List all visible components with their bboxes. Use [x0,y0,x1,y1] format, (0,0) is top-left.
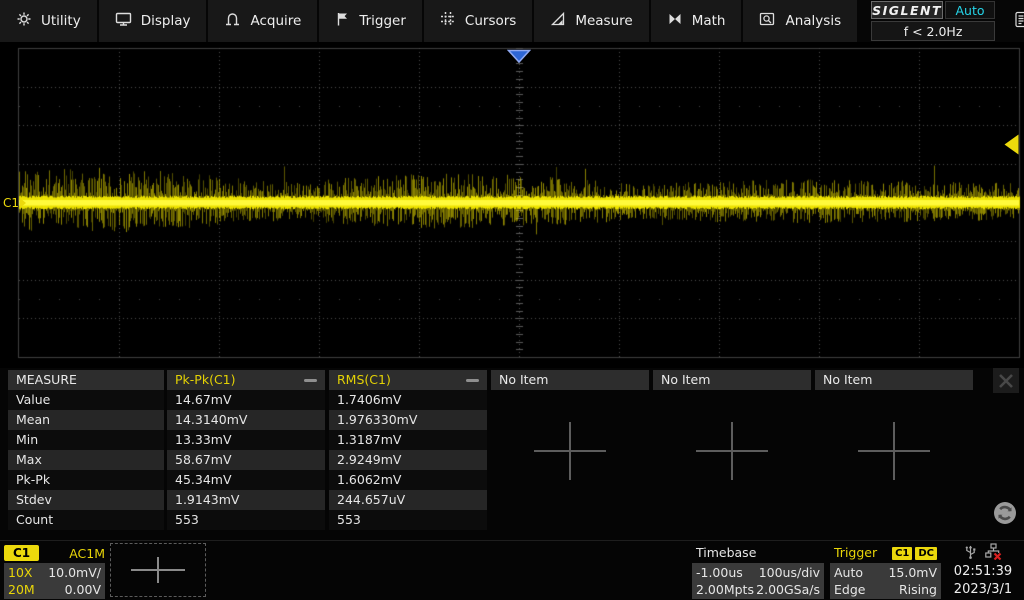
measure-column-empty-3[interactable]: No Item [815,370,973,390]
volts-per-div: 10.0mV/ [48,564,101,581]
menu-label: Display [141,13,191,29]
measure-column-empty-1[interactable]: No Item [491,370,649,390]
menu-acquire[interactable]: Acquire [208,0,319,42]
system-time: 02:51:39 [946,563,1020,581]
measure-panel: MEASURE Pk-Pk(C1) RMS(C1) No Item No Ite… [0,368,1024,538]
gear-icon [16,11,32,31]
math-icon [667,11,683,31]
menu-bar: Utility Display Acquire Trigger Cursors … [0,0,1024,42]
time-per-div: 100us/div [759,564,820,581]
measure-column-rms[interactable]: RMS(C1) [329,370,487,390]
measure-ruler-icon [550,11,566,31]
siglent-logo: SIGLENT [871,1,943,19]
measure-column-empty-2[interactable]: No Item [653,370,811,390]
trigger-panel[interactable]: Trigger C1 DC Auto 15.0mV Edge Rising [830,543,941,599]
acquisition-status[interactable]: Auto [945,1,995,19]
bottom-status-bar: C1 AC1M 10X 10.0mV/ 20M 0.00V Timebase -1.… [0,540,1024,600]
analysis-icon [759,11,776,31]
trigger-level-marker[interactable] [1004,134,1019,155]
sample-rate: 2.00GSa/s [756,581,820,598]
remove-measurement-icon[interactable] [466,379,479,382]
trigger-position-marker[interactable] [507,49,531,63]
trigger-slope: Rising [899,581,937,598]
remove-measurement-icon[interactable] [304,379,317,382]
channel-1-panel[interactable]: C1 AC1M 10X 10.0mV/ 20M 0.00V [4,543,105,599]
measure-title: MEASURE [8,370,164,390]
menu-measure[interactable]: Measure [534,0,650,42]
menu-display[interactable]: Display [99,0,209,42]
channel-config-menu[interactable]: C1 [1015,0,1024,42]
probe-attenuation: 10X [8,564,32,581]
menu-analysis[interactable]: Analysis [743,0,859,42]
trigger-delay: -1.00us [696,564,743,581]
trigger-level: 15.0mV [888,564,937,581]
menu-cursors[interactable]: Cursors [424,0,534,42]
add-channel-button[interactable] [110,543,206,597]
waveform-display[interactable]: C1 [0,42,1024,368]
menu-label: Acquire [250,13,301,29]
channel-badge[interactable]: C1 [4,545,39,561]
clipboard-icon [1015,11,1024,32]
add-measurement-button[interactable] [858,422,930,480]
add-measurement-button[interactable] [696,422,768,480]
menu-label: Trigger [359,13,406,29]
oscilloscope-screen: Utility Display Acquire Trigger Cursors … [0,0,1024,600]
channel-coupling: AC1M [69,546,105,561]
trigger-title: Trigger [834,543,877,563]
trigger-coupling-badge: DC [915,547,937,560]
timebase-panel[interactable]: Timebase -1.00us 100us/div 2.00Mpts2.00GS… [692,543,824,599]
close-icon [998,373,1014,389]
menu-label: Measure [575,13,632,29]
bandwidth-limit: 20M [8,581,35,598]
add-measurement-button[interactable] [534,422,606,480]
trigger-type: Edge [834,581,865,598]
menu-label: Math [692,13,726,29]
menu-math[interactable]: Math [651,0,744,42]
right-triangle-icon [20,198,26,208]
close-measure-panel-button[interactable] [993,368,1019,393]
rotate-arrows-icon [992,500,1018,526]
channel-marker-label: C1 [3,197,19,209]
system-status-panel: 02:51:39 2023/3/1 [946,543,1020,599]
system-date: 2023/3/1 [946,581,1020,599]
menu-utility[interactable]: Utility [0,0,99,42]
channel-zero-level-marker[interactable]: C1 [3,197,26,209]
channel-offset: 0.00V [65,581,101,598]
memory-depth: 2.00Mpts [696,581,754,598]
cursors-icon [440,11,456,31]
waveform-canvas[interactable] [0,42,1024,368]
trigger-mode: Auto [834,564,863,581]
brand-block: SIGLENT Auto f < 2.0Hz [871,0,995,42]
menu-trigger[interactable]: Trigger [319,0,424,42]
menu-label: Cursors [465,13,516,29]
display-icon [115,11,132,31]
usb-icon[interactable] [964,543,977,563]
lan-disconnected-icon[interactable] [985,543,1002,563]
menu-label: Analysis [785,13,841,29]
menu-label: Utility [41,13,81,29]
gesture-rotate-button[interactable] [992,500,1018,526]
trigger-frequency-readout: f < 2.0Hz [871,21,995,41]
measure-column-pkpk[interactable]: Pk-Pk(C1) [167,370,325,390]
trigger-source-badge: C1 [892,547,912,560]
acquire-icon [224,11,241,31]
flag-icon [335,11,350,31]
timebase-title: Timebase [696,543,756,563]
